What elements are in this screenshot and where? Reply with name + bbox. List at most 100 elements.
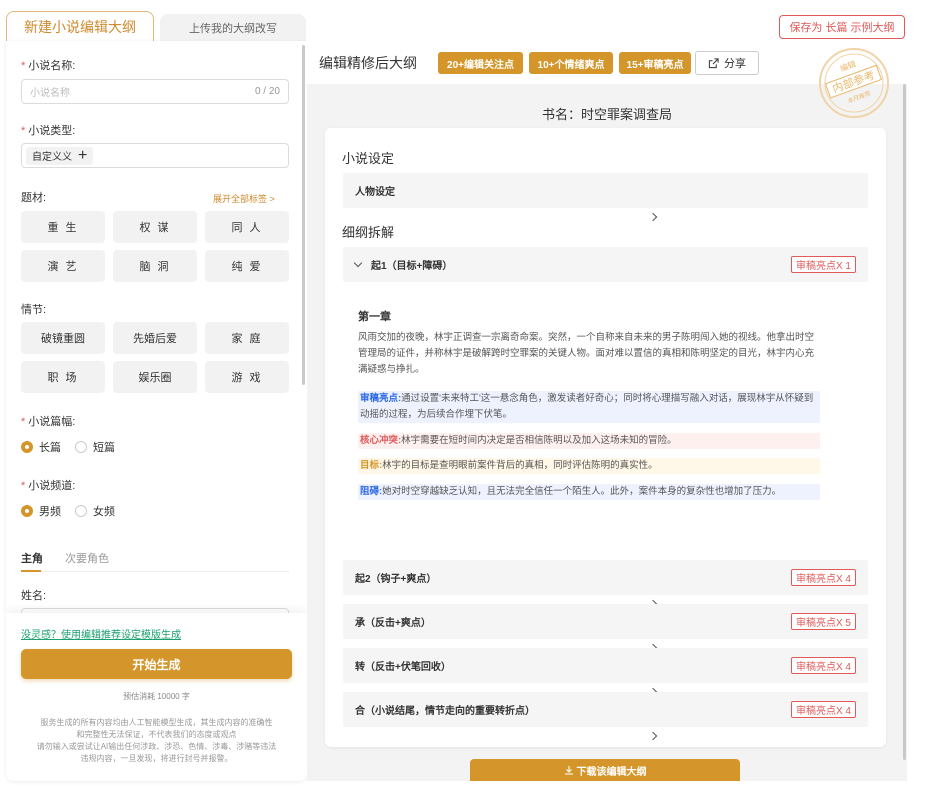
novel-name-counter: 0 / 20	[254, 86, 280, 97]
outline-scrollbar[interactable]	[903, 84, 906, 760]
chevron-right-icon	[648, 731, 658, 741]
theme-tag[interactable]: 纯 爱	[205, 250, 289, 282]
note-core-conflict: 核心冲突:林宇需要在短时间内决定是否相信陈明以及加入这场未知的冒险。	[358, 433, 820, 449]
stamp-top-text: 编辑	[839, 59, 857, 74]
plot-tag[interactable]: 娱乐圈	[113, 361, 197, 393]
disclaimer-line: 和完整性无法保证，不代表我们的态度或观点	[76, 730, 237, 739]
channel-label: * 小说频道:	[21, 480, 76, 492]
disclaimer-line: 请勿输入或尝试让AI输出任何涉政、涉恐、色情、涉毒、涉赌等违法	[36, 742, 277, 751]
review-highlight-badge: 审稿亮点X 1	[790, 256, 856, 273]
cost-estimate: 预估消耗 10000 字	[123, 692, 190, 701]
plot-tag[interactable]: 家 庭	[205, 322, 289, 354]
channel-male-label: 男频	[39, 506, 61, 518]
review-highlights-badge: 15+审稿亮点	[619, 52, 691, 74]
length-label: * 小说篇幅:	[21, 416, 76, 428]
outline-section-label: 承（反击+爽点）	[355, 618, 431, 629]
note-goal: 目标:林宇的目标是查明眼前案件背后的真相，同时评估陈明的真实性。	[358, 458, 820, 474]
theme-tag[interactable]: 重 生	[21, 211, 105, 243]
outline-title: 编辑精修后大纲	[319, 55, 417, 71]
note-text: 通过设置'未来特工'这一悬念角色，激发读者好奇心；同时将心理描写融入对话，展现林…	[360, 393, 814, 420]
channel-female-label: 女频	[93, 506, 115, 518]
novel-type-input[interactable]: 自定义义 +	[21, 143, 289, 168]
note-text: 林宇需要在短时间内决定是否相信陈明以及加入这场未知的冒险。	[401, 435, 677, 446]
channel-female-radio[interactable]: 女频	[75, 503, 115, 519]
length-long-radio[interactable]: 长篇	[21, 439, 61, 455]
download-label: 下载该编辑大纲	[576, 766, 647, 778]
outline-section-row[interactable]: 转（反击+伏笔回收） 审稿亮点X 4	[343, 648, 868, 697]
template-hint-link[interactable]: 没灵感？使用编辑推荐设定模版生成	[21, 626, 181, 641]
outline-section-row[interactable]: 起1（目标+障碍） 审稿亮点X 1	[343, 247, 868, 282]
start-generate-button[interactable]: 开始生成	[21, 649, 292, 679]
theme-tag[interactable]: 权 谋	[113, 211, 197, 243]
outline-section-label: 合（小说结尾，情节走向的重要转折点）	[355, 706, 535, 717]
role-name-label: 姓名:	[21, 590, 47, 602]
share-label: 分享	[724, 58, 746, 70]
novel-name-placeholder: 小说名称	[30, 88, 70, 99]
custom-type-tag[interactable]: 自定义义 +	[26, 146, 94, 165]
plot-label: 情节:	[21, 304, 47, 316]
outline-section-title: 细纲拆解	[342, 225, 395, 240]
review-highlight-badge: 审稿亮点X 4	[790, 701, 856, 718]
plot-tag[interactable]: 职 场	[21, 361, 105, 393]
outline-section-row[interactable]: 合（小说结尾，情节走向的重要转折点） 审稿亮点X 4	[343, 692, 868, 741]
stamp-bottom-text: 本月推荐	[846, 89, 871, 105]
share-button[interactable]: 分享	[695, 51, 759, 75]
tab-upload-outline[interactable]: 上传我的大纲改写	[160, 14, 306, 42]
chapter-title: 第一章	[358, 311, 391, 323]
theme-tag[interactable]: 演 艺	[21, 250, 105, 282]
setting-section-title: 小说设定	[342, 151, 395, 166]
outline-section-label: 起2（钩子+爽点）	[355, 574, 437, 585]
length-radio-group: 长篇 短篇	[21, 439, 115, 455]
outline-section-label: 转（反击+伏笔回收）	[355, 662, 451, 673]
note-text: 她对时空穿越缺乏认知，且无法完全信任一个陌生人。此外，案件本身的复杂性也增加了压…	[382, 486, 782, 497]
review-highlight-badge: 审稿亮点X 4	[790, 569, 856, 586]
chevron-right-icon	[648, 212, 658, 222]
novel-type-label: * 小说类型:	[21, 125, 76, 137]
length-short-radio[interactable]: 短篇	[75, 439, 115, 455]
note-key: 核心冲突:	[360, 435, 402, 446]
note-text: 林宇的目标是查明眼前案件背后的真相，同时评估陈明的真实性。	[382, 460, 658, 471]
generate-footer: 没灵感？使用编辑推荐设定模版生成 开始生成 预估消耗 10000 字 服务生成的…	[6, 613, 307, 781]
outline-section-row[interactable]: 起2（钩子+爽点） 审稿亮点X 4	[343, 560, 868, 609]
expand-all-tags-link[interactable]: 展开全部标签 >	[213, 192, 275, 205]
app-root: 新建小说编辑大纲 上传我的大纲改写 保存为 长篇 示例大纲 * 小说名称: 小说名…	[0, 0, 925, 812]
novel-name-label: * 小说名称:	[21, 60, 76, 72]
radio-checked-icon	[21, 441, 33, 453]
disclaimer-line: 违规内容，一旦发现，将进行封号并报警。	[80, 754, 233, 763]
download-icon	[564, 766, 573, 775]
chevron-down-icon	[353, 258, 363, 267]
theme-tag[interactable]: 脑 洞	[113, 250, 197, 282]
channel-male-radio[interactable]: 男频	[21, 503, 61, 519]
theme-tag[interactable]: 同 人	[205, 211, 289, 243]
share-icon	[708, 57, 719, 68]
form-scroll-area: * 小说名称: 小说名称 0 / 20 * 小说类型: 自定义义 + 题材: 展开全…	[6, 41, 307, 613]
form-scrollbar[interactable]	[302, 45, 305, 385]
length-long-label: 长篇	[39, 442, 61, 454]
tab-main-role[interactable]: 主角	[21, 544, 43, 572]
radio-unchecked-icon	[75, 441, 87, 453]
emotion-points-badge: 10+个情绪爽点	[529, 52, 613, 74]
plot-tag[interactable]: 先婚后爱	[113, 322, 197, 354]
note-obstacle: 阻碍:她对时空穿越缺乏认知，且无法完全信任一个陌生人。此外，案件本身的复杂性也增…	[358, 484, 820, 500]
length-short-label: 短篇	[93, 442, 115, 454]
disclaimer-line: 服务生成的所有内容均由人工智能模型生成，其生成内容的准确性	[40, 718, 273, 727]
save-as-example-button[interactable]: 保存为 长篇 示例大纲	[779, 15, 905, 39]
character-setting-label: 人物设定	[355, 187, 395, 198]
plot-tag[interactable]: 游 戏	[205, 361, 289, 393]
download-outline-button[interactable]: 下载该编辑大纲	[470, 759, 740, 781]
disclaimer-text: 服务生成的所有内容均由人工智能模型生成，其生成内容的准确性 和完整性无法保证，不…	[18, 717, 295, 765]
outline-card: 小说设定 人物设定 细纲拆解 起1（目标+障碍） 审稿亮点X 1 第一章 风雨交…	[325, 128, 886, 747]
character-setting-row[interactable]: 人物设定	[343, 173, 868, 222]
theme-label: 题材:	[21, 192, 47, 204]
outline-section-row[interactable]: 承（反击+爽点） 审稿亮点X 5	[343, 604, 868, 653]
role-tabs: 主角 次要角色	[21, 544, 289, 572]
radio-unchecked-icon	[75, 505, 87, 517]
outline-panel: 编辑精修后大纲 20+编辑关注点 10+个情绪爽点 15+审稿亮点 分享 书名：…	[307, 41, 907, 781]
tab-secondary-role[interactable]: 次要角色	[65, 544, 109, 571]
plus-icon[interactable]: +	[78, 147, 87, 164]
tab-new-outline[interactable]: 新建小说编辑大纲	[6, 11, 154, 42]
note-key: 目标:	[360, 460, 383, 471]
novel-name-input[interactable]: 小说名称 0 / 20	[21, 79, 289, 104]
outline-section-label: 起1（目标+障碍）	[371, 261, 453, 272]
plot-tag[interactable]: 破镜重圆	[21, 322, 105, 354]
